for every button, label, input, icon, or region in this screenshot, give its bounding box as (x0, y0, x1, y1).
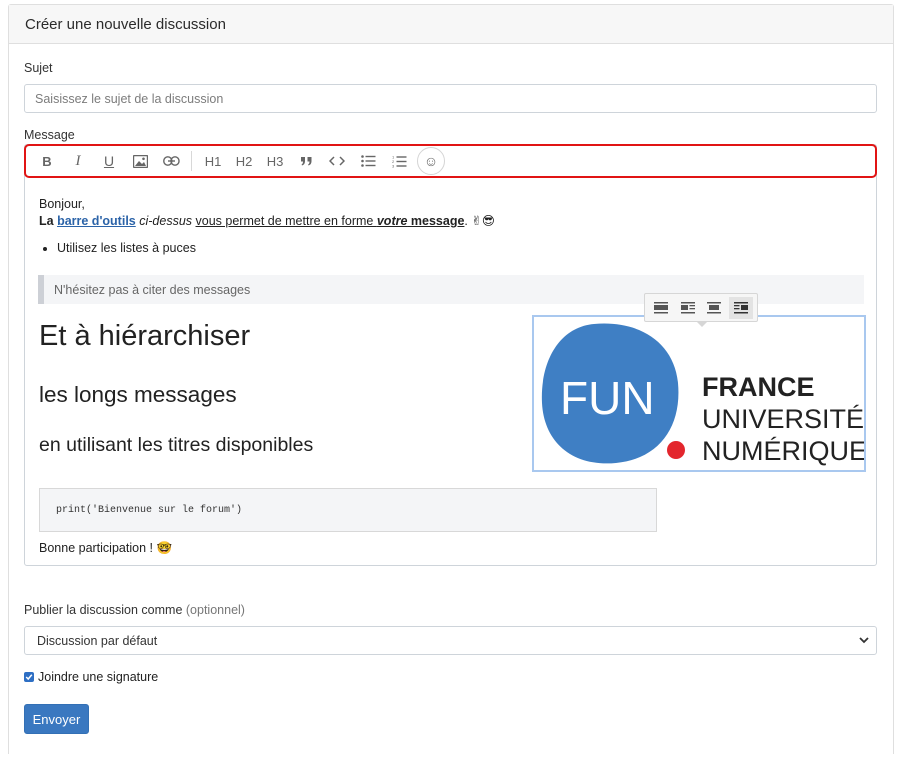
h3-button[interactable]: H3 (262, 148, 288, 174)
emoji-button[interactable]: ☺ (417, 147, 445, 175)
signature-label[interactable]: Joindre une signature (38, 670, 158, 684)
align-center-button[interactable] (702, 297, 726, 319)
publish-as-select[interactable]: Discussion par défaut (24, 626, 877, 655)
svg-text:UNIVERSITÉ: UNIVERSITÉ (702, 404, 864, 434)
fun-logo: FUN FRANCE UNIVERSITÉ NUMÉRIQUE (541, 323, 867, 466)
wrap-left-button[interactable] (676, 297, 700, 319)
heading-3: en utilisant les titres disponibles (39, 434, 314, 456)
h1-button[interactable]: H1 (200, 148, 226, 174)
heading-2: les longs messages (39, 382, 237, 407)
closing-text: Bonne participation ! 🤓 (39, 541, 173, 555)
quote-button[interactable] (293, 148, 319, 174)
image-icon (132, 154, 148, 168)
quote-icon (300, 157, 311, 166)
editor-toolbar: B I U H1 H2 H3 123 ☺ (24, 144, 877, 178)
svg-text:FRANCE: FRANCE (702, 372, 815, 402)
link-button[interactable] (158, 148, 184, 174)
code-icon (329, 156, 345, 166)
underline-button[interactable]: U (96, 148, 122, 174)
chevron-down-icon (859, 637, 869, 644)
bold-button[interactable]: B (34, 148, 60, 174)
align-left-icon (654, 301, 669, 313)
align-left-button[interactable] (649, 297, 673, 319)
heading-1: Et à hiérarchiser (39, 320, 251, 352)
toolbar-separator (191, 151, 192, 171)
code-button[interactable] (324, 148, 350, 174)
svg-text:NUMÉRIQUE: NUMÉRIQUE (702, 436, 864, 466)
publish-as-value: Discussion par défaut (37, 633, 158, 648)
link-icon (162, 156, 180, 166)
submit-button[interactable]: Envoyer (24, 704, 89, 734)
h2-button[interactable]: H2 (231, 148, 257, 174)
image-button[interactable] (127, 148, 153, 174)
wrap-right-icon (733, 301, 748, 313)
subject-input[interactable] (24, 84, 877, 113)
publish-label: Publier la discussion comme (optionnel) (24, 603, 245, 617)
bullet-list-button[interactable] (355, 148, 381, 174)
signature-checkbox[interactable] (24, 672, 34, 682)
numbered-list-icon: 123 (392, 155, 406, 168)
greeting-text: Bonjour, (39, 197, 85, 211)
align-center-icon (707, 301, 722, 313)
list-item: Utilisez les listes à puces (57, 241, 869, 255)
code-block: print('Bienvenue sur le forum') (39, 488, 657, 532)
subject-label: Sujet (24, 61, 53, 75)
fun-logo-image[interactable]: FUN FRANCE UNIVERSITÉ NUMÉRIQUE (532, 315, 867, 472)
card-title: Créer une nouvelle discussion (9, 5, 893, 44)
svg-text:FUN: FUN (560, 372, 655, 424)
emoji-icon: ☺ (423, 153, 439, 169)
svg-text:3: 3 (392, 163, 395, 168)
numbered-list-button[interactable]: 123 (386, 148, 412, 174)
intro-line: La barre d'outils ci-dessus vous permet … (39, 214, 495, 228)
message-label: Message (24, 128, 75, 142)
wrap-left-icon (680, 301, 695, 313)
bullet-list-icon (360, 155, 375, 167)
signature-row: Joindre une signature (24, 670, 158, 684)
editor-content[interactable]: Bonjour, La barre d'outils ci-dessus vou… (39, 197, 869, 255)
italic-button[interactable]: I (65, 148, 91, 174)
checkmark-icon (25, 674, 33, 681)
image-align-toolbar (644, 293, 758, 322)
bullet-list: Utilisez les listes à puces (39, 241, 869, 255)
image-toolbar-caret (696, 321, 708, 327)
toolbar-link[interactable]: barre d'outils (57, 214, 136, 228)
wrap-right-button[interactable] (728, 296, 753, 319)
